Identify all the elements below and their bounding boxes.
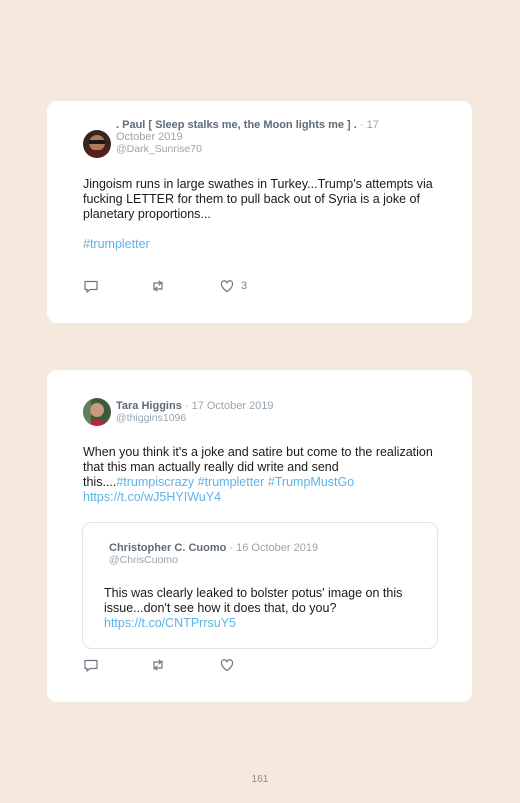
reply-icon [84, 280, 98, 293]
url-link[interactable]: https://t.co/CNTPrrsuY5 [104, 616, 236, 630]
tweet-header: . Paul [ Sleep stalks me, the Moon light… [116, 119, 416, 155]
quoted-tweet-date[interactable]: · 16 October 2019 [226, 542, 318, 554]
quoted-tweet[interactable]: Christopher C. Cuomo · 16 October 2019 @… [82, 522, 438, 649]
retweet-icon [153, 280, 163, 292]
tweet-card: . Paul [ Sleep stalks me, the Moon light… [47, 101, 472, 323]
tweet-text: When you think it's a joke and satire bu… [83, 445, 433, 505]
like-icon [220, 659, 234, 672]
avatar[interactable] [83, 130, 111, 158]
like-count: 3 [241, 280, 248, 292]
quoted-tweet-header: Christopher C. Cuomo · 16 October 2019 @… [109, 542, 419, 566]
reply-button[interactable] [83, 278, 99, 294]
retweet-button[interactable] [150, 278, 166, 294]
reply-icon [84, 659, 98, 672]
tweet-text: Jingoism runs in large swathes in Turkey… [83, 177, 443, 252]
page-number: 161 [251, 774, 269, 785]
author-handle[interactable]: @Dark_Sunrise70 [116, 143, 202, 155]
quoted-author-name[interactable]: Christopher C. Cuomo [109, 542, 226, 554]
url-link[interactable]: https://t.co/wJ5HYIWuY4 [83, 490, 221, 504]
avatar[interactable] [83, 398, 111, 426]
tweet-header: Tara Higgins · 17 October 2019 @thiggins… [116, 400, 416, 424]
hashtag-link[interactable]: #trumpletter [198, 475, 265, 489]
like-button[interactable]: 3 [219, 278, 247, 294]
quoted-author-handle[interactable]: @ChrisCuomo [109, 554, 178, 566]
quoted-tweet-body: This was clearly leaked to bolster potus… [104, 586, 403, 615]
retweet-button[interactable] [150, 657, 166, 673]
reply-button[interactable] [83, 657, 99, 673]
tweet-body: Jingoism runs in large swathes in Turkey… [83, 177, 433, 221]
hashtag-link[interactable]: #TrumpMustGo [268, 475, 354, 489]
author-handle[interactable]: @thiggins1096 [116, 412, 186, 424]
retweet-icon [153, 659, 163, 671]
tweet-date[interactable]: · 17 October 2019 [182, 400, 274, 412]
author-name[interactable]: Tara Higgins [116, 400, 182, 412]
like-icon [220, 280, 234, 293]
hashtag-link[interactable]: #trumpiscrazy [116, 475, 194, 489]
tweet-card: Tara Higgins · 17 October 2019 @thiggins… [47, 370, 472, 702]
author-name[interactable]: . Paul [ Sleep stalks me, the Moon light… [116, 119, 357, 131]
like-button[interactable] [219, 657, 235, 673]
hashtag-link[interactable]: #trumpletter [83, 237, 150, 251]
quoted-tweet-text: This was clearly leaked to bolster potus… [104, 586, 414, 631]
